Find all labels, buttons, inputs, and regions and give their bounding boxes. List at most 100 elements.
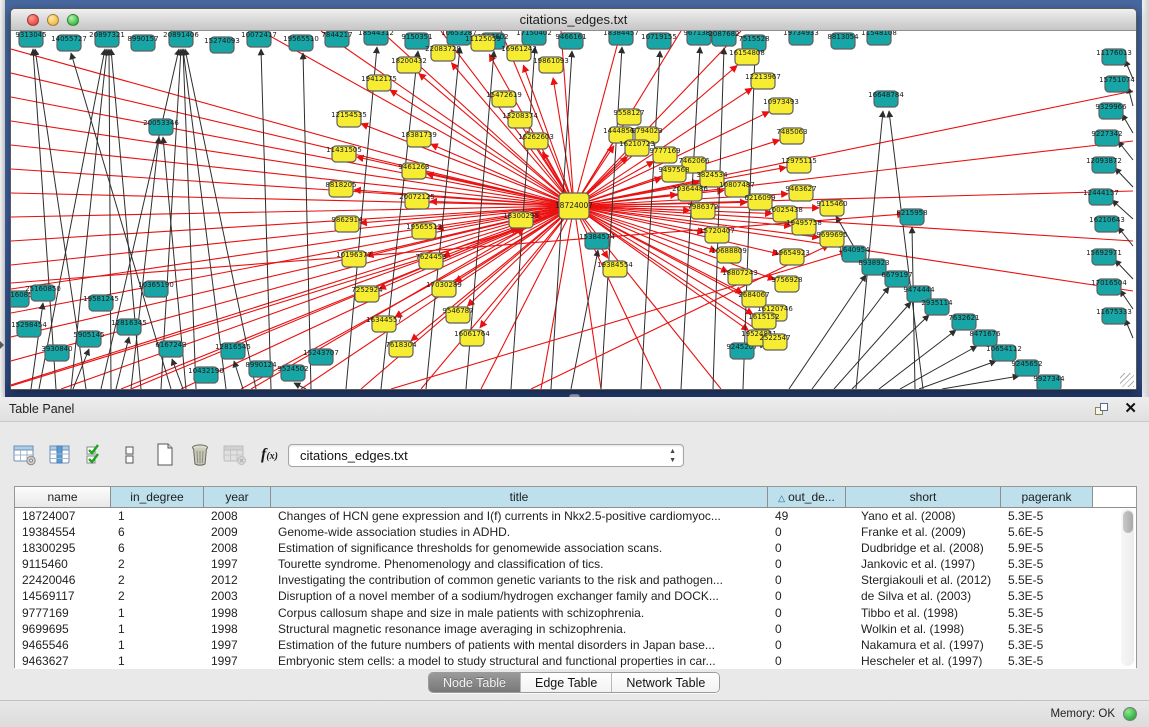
cell-out_degree[interactable]: 0: [768, 621, 846, 637]
table-row[interactable]: 969969511998Structural magnetic resonanc…: [15, 621, 1136, 637]
tab-node-table[interactable]: Node Table: [429, 673, 521, 692]
right-panel-collapsed-strip[interactable]: [1142, 0, 1149, 397]
left-panel-collapsed-strip[interactable]: [0, 0, 5, 397]
cell-out_degree[interactable]: 0: [768, 524, 846, 540]
cell-name[interactable]: 18300295: [15, 540, 111, 556]
cell-year[interactable]: 1998: [204, 621, 271, 637]
cell-short[interactable]: Nakamura et al. (1997): [846, 637, 1001, 653]
cell-name[interactable]: 22420046: [15, 572, 111, 588]
cell-short[interactable]: Hescheler et al. (1997): [846, 653, 1001, 669]
panel-collapse-arrow-icon[interactable]: [0, 341, 4, 349]
cell-out_degree[interactable]: 0: [768, 540, 846, 556]
delete-table-icon[interactable]: [222, 442, 248, 468]
cell-name[interactable]: 9463627: [15, 653, 111, 669]
cell-out_degree[interactable]: 49: [768, 508, 846, 524]
memory-status-indicator[interactable]: [1123, 707, 1137, 721]
cell-out_degree[interactable]: 0: [768, 556, 846, 572]
table-row[interactable]: 911546021997Tourette syndrome. Phenomeno…: [15, 556, 1136, 572]
cell-in_degree[interactable]: 2: [111, 588, 204, 604]
cell-out_degree[interactable]: 0: [768, 588, 846, 604]
cell-year[interactable]: 1997: [204, 556, 271, 572]
cell-short[interactable]: Wolkin et al. (1998): [846, 621, 1001, 637]
column-header-short[interactable]: short: [846, 487, 1001, 507]
cell-pagerank[interactable]: 5.3E-5: [1001, 621, 1093, 637]
cell-in_degree[interactable]: 2: [111, 572, 204, 588]
cell-title[interactable]: Genome-wide association studies in ADHD.: [271, 524, 768, 540]
cell-pagerank[interactable]: 5.3E-5: [1001, 605, 1093, 621]
column-header-pagerank[interactable]: pagerank: [1001, 487, 1093, 507]
cell-in_degree[interactable]: 1: [111, 605, 204, 621]
cell-name[interactable]: 9465546: [15, 637, 111, 653]
window-resize-grip[interactable]: [1120, 373, 1134, 387]
cell-year[interactable]: 2012: [204, 572, 271, 588]
close-panel-icon[interactable]: ✕: [1124, 400, 1137, 418]
tab-network-table[interactable]: Network Table: [612, 673, 719, 692]
cell-pagerank[interactable]: 5.3E-5: [1001, 637, 1093, 653]
cell-short[interactable]: Tibbo et al. (1998): [846, 605, 1001, 621]
cell-name[interactable]: 18724007: [15, 508, 111, 524]
table-row[interactable]: 946362711997Embryonic stem cells: a mode…: [15, 653, 1136, 669]
network-canvas[interactable]: 9313045140557272089732189901572089140615…: [11, 31, 1136, 389]
cell-in_degree[interactable]: 1: [111, 637, 204, 653]
cell-in_degree[interactable]: 6: [111, 524, 204, 540]
cell-out_degree[interactable]: 0: [768, 605, 846, 621]
cell-name[interactable]: 9699695: [15, 621, 111, 637]
cell-name[interactable]: 9777169: [15, 605, 111, 621]
cell-year[interactable]: 1997: [204, 637, 271, 653]
cell-year[interactable]: 2008: [204, 508, 271, 524]
table-row[interactable]: 977716911998Corpus callosum shape and si…: [15, 605, 1136, 621]
delete-attribute-icon[interactable]: [187, 442, 213, 468]
cell-title[interactable]: Estimation of the future numbers of pati…: [271, 637, 768, 653]
table-row[interactable]: 1456911722003Disruption of a novel membe…: [15, 588, 1136, 604]
column-header-out_degree[interactable]: △out_de...: [768, 487, 846, 507]
cell-name[interactable]: 19384554: [15, 524, 111, 540]
cell-short[interactable]: Jankovic et al. (1997): [846, 556, 1001, 572]
float-panel-icon[interactable]: [1095, 403, 1109, 416]
cell-pagerank[interactable]: 5.3E-5: [1001, 508, 1093, 524]
tab-edge-table[interactable]: Edge Table: [521, 673, 612, 692]
table-row[interactable]: 1938455462009Genome-wide association stu…: [15, 524, 1136, 540]
cell-year[interactable]: 2009: [204, 524, 271, 540]
cell-in_degree[interactable]: 1: [111, 653, 204, 669]
cell-title[interactable]: Corpus callosum shape and size in male p…: [271, 605, 768, 621]
table-row[interactable]: 1872400712008Changes of HCN gene express…: [15, 508, 1136, 524]
column-header-title[interactable]: title: [271, 487, 768, 507]
column-header-in_degree[interactable]: in_degree: [111, 487, 204, 507]
table-row[interactable]: 1830029562008Estimation of significance …: [15, 540, 1136, 556]
table-scrollbar[interactable]: [1121, 509, 1134, 666]
cell-short[interactable]: Franke et al. (2009): [846, 524, 1001, 540]
cell-pagerank[interactable]: 5.3E-5: [1001, 653, 1093, 669]
cell-out_degree[interactable]: 0: [768, 637, 846, 653]
table-settings-icon[interactable]: [12, 442, 38, 468]
column-visibility-icon[interactable]: [47, 442, 73, 468]
cell-name[interactable]: 14569117: [15, 588, 111, 604]
table-row[interactable]: 2242004622012Investigating the contribut…: [15, 572, 1136, 588]
cell-year[interactable]: 1997: [204, 653, 271, 669]
cell-title[interactable]: Tourette syndrome. Phenomenology and cla…: [271, 556, 768, 572]
table-row[interactable]: 946554611997Estimation of the future num…: [15, 637, 1136, 653]
cell-year[interactable]: 2008: [204, 540, 271, 556]
cell-out_degree[interactable]: 0: [768, 572, 846, 588]
function-builder-icon[interactable]: f(x): [261, 446, 278, 464]
cell-pagerank[interactable]: 5.5E-5: [1001, 572, 1093, 588]
cell-out_degree[interactable]: 0: [768, 653, 846, 669]
column-header-year[interactable]: year: [204, 487, 271, 507]
cell-short[interactable]: Dudbridge et al. (2008): [846, 540, 1001, 556]
cell-in_degree[interactable]: 1: [111, 621, 204, 637]
network-window-titlebar[interactable]: citations_edges.txt: [11, 9, 1136, 31]
cell-in_degree[interactable]: 6: [111, 540, 204, 556]
cell-title[interactable]: Embryonic stem cells: a model to study s…: [271, 653, 768, 669]
cell-title[interactable]: Changes of HCN gene expression and I(f) …: [271, 508, 768, 524]
cell-short[interactable]: Stergiakouli et al. (2012): [846, 572, 1001, 588]
cell-pagerank[interactable]: 5.3E-5: [1001, 588, 1093, 604]
cell-in_degree[interactable]: 1: [111, 508, 204, 524]
select-rows-icon[interactable]: [82, 442, 108, 468]
cell-year[interactable]: 2003: [204, 588, 271, 604]
cell-title[interactable]: Structural magnetic resonance image aver…: [271, 621, 768, 637]
new-table-icon[interactable]: [152, 442, 178, 468]
column-header-name[interactable]: name: [15, 487, 111, 507]
cell-short[interactable]: Yano et al. (2008): [846, 508, 1001, 524]
cell-year[interactable]: 1998: [204, 605, 271, 621]
scrollbar-thumb[interactable]: [1123, 511, 1133, 533]
cell-short[interactable]: de Silva et al. (2003): [846, 588, 1001, 604]
